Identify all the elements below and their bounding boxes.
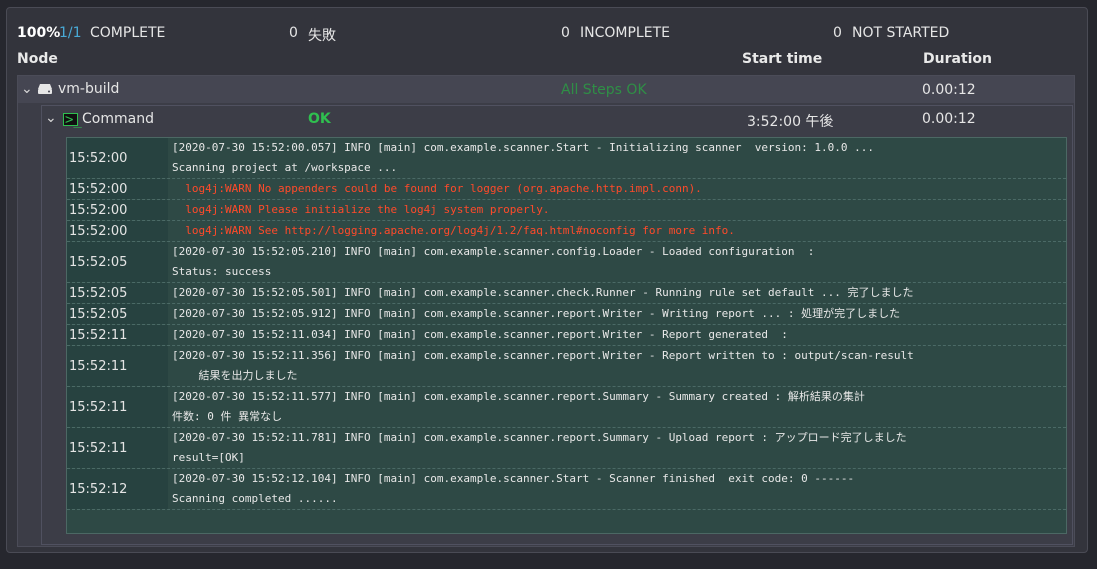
log-message: [2020-07-30 15:52:11.034] INFO [main] co… [172,328,788,341]
log-message: [2020-07-30 15:52:12.104] INFO [main] co… [172,472,855,505]
incomplete-count: 0 [561,25,570,41]
log-message: [2020-07-30 15:52:05.912] INFO [main] co… [172,307,901,320]
column-duration: Duration [923,51,993,67]
step-duration: 0.00:12 [922,111,976,127]
node-row[interactable]: ⌄ vm-build All Steps OK 0.00:12 [18,76,1074,103]
incomplete-label: INCOMPLETE [580,25,670,41]
log-output[interactable]: 15:52:00 [2020-07-30 15:52:00.057] INFO [… [66,137,1067,534]
log-message: [2020-07-30 15:52:05.210] INFO [main] co… [172,245,815,278]
log-message: [2020-07-30 15:52:05.501] INFO [main] co… [172,286,914,299]
log-message: [2020-07-30 15:52:11.781] INFO [main] co… [172,431,907,464]
complete-label: COMPLETE [90,25,166,41]
failed-count: 0 [289,25,298,41]
log-row: 15:52:11 [2020-07-30 15:52:11.577] INFO [… [67,387,1066,428]
progress-percent: 100% [17,25,61,41]
log-message: log4j:WARN No appenders could be found f… [172,182,716,195]
log-row: 15:52:11 [2020-07-30 15:52:11.781] INFO [… [67,428,1066,469]
node-status: All Steps OK [561,82,647,98]
log-row: 15:52:00 log4j:WARN Please initialize th… [67,200,1066,221]
step-section: ⌄ >_ Command OK 3:52:00 午後 0.00:12 15:52… [41,105,1073,545]
summary-bar: 100% 1/1 COMPLETE 0 失敗 0 INCOMPLETE 0 NO… [17,25,1077,44]
log-time: 15:52:11 [67,346,168,386]
column-start-time: Start time [742,51,823,67]
log-time: 15:52:00 [67,200,168,220]
execution-panel: 100% 1/1 COMPLETE 0 失敗 0 INCOMPLETE 0 NO… [6,7,1088,553]
step-status: OK [308,111,331,127]
log-time: 15:52:00 [67,179,168,199]
not-started-count: 0 [833,25,842,41]
log-row: 15:52:05 [2020-07-30 15:52:05.912] INFO [… [67,304,1066,325]
log-message: log4j:WARN Please initialize the log4j s… [172,203,563,216]
log-message: [2020-07-30 15:52:11.577] INFO [main] co… [172,390,865,423]
log-row: 15:52:05 [2020-07-30 15:52:05.501] INFO [… [67,283,1066,304]
log-time: 15:52:05 [67,283,168,303]
log-row: 15:52:00 log4j:WARN See http://logging.a… [67,221,1066,242]
log-message: [2020-07-30 15:52:11.356] INFO [main] co… [172,349,914,382]
log-time: 15:52:11 [67,428,168,468]
log-time: 15:52:12 [67,469,168,509]
log-message: log4j:WARN See http://logging.apache.org… [172,224,749,237]
not-started-label: NOT STARTED [852,25,950,41]
log-time: 15:52:05 [67,304,168,324]
log-message: [2020-07-30 15:52:00.057] INFO [main] co… [172,141,874,174]
log-time: 15:52:11 [67,325,168,345]
step-start-time: 3:52:00 午後 [747,114,834,130]
log-time: 15:52:00 [67,221,168,241]
chevron-down-icon[interactable]: ⌄ [21,81,33,97]
column-node: Node [17,51,58,67]
step-name[interactable]: Command [82,111,154,127]
column-headers: Node Start time Duration [17,51,1077,69]
log-row: 15:52:12 [2020-07-30 15:52:12.104] INFO [… [67,469,1066,510]
node-name[interactable]: vm-build [58,81,119,97]
server-icon [37,83,53,99]
node-section: ⌄ vm-build All Steps OK 0.00:12 ⌄ >_ Com… [17,75,1075,547]
log-time: 15:52:05 [67,242,168,282]
progress-ratio: 1/1 [59,25,82,41]
log-time: 15:52:11 [67,387,168,427]
node-duration: 0.00:12 [922,82,976,98]
failed-label: 失敗 [308,28,336,44]
log-row: 15:52:11 [2020-07-30 15:52:11.034] INFO [… [67,325,1066,346]
chevron-down-icon[interactable]: ⌄ [45,110,57,126]
terminal-icon: >_ [63,112,82,128]
log-row: 15:52:05 [2020-07-30 15:52:05.210] INFO [… [67,242,1066,283]
log-row: 15:52:11 [2020-07-30 15:52:11.356] INFO [… [67,346,1066,387]
log-row: 15:52:00 [2020-07-30 15:52:00.057] INFO [… [67,138,1066,179]
step-row[interactable]: ⌄ >_ Command OK 3:52:00 午後 0.00:12 [42,106,1072,133]
log-time: 15:52:00 [67,138,168,178]
log-row: 15:52:00 log4j:WARN No appenders could b… [67,179,1066,200]
